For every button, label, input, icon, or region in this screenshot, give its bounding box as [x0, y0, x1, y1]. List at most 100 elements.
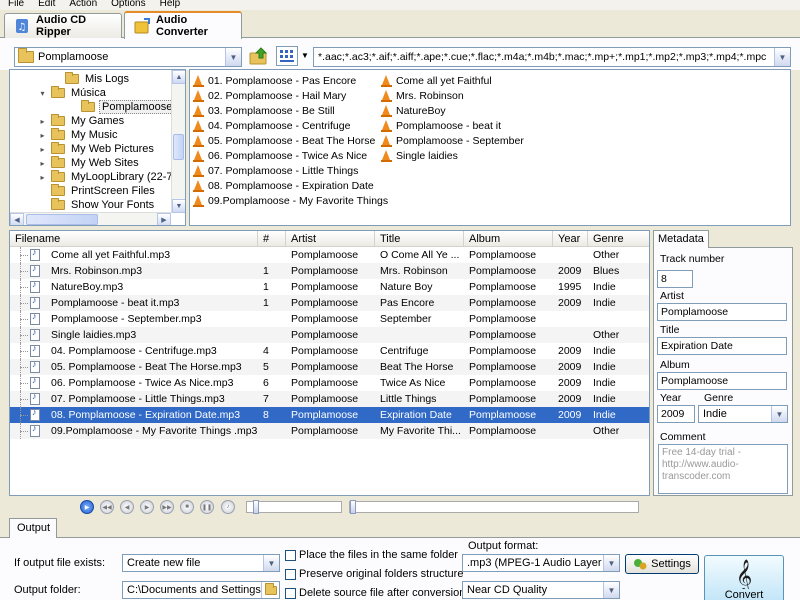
- header-title[interactable]: Title: [375, 231, 464, 247]
- file-list-panel[interactable]: 01. Pomplamoose - Pas Encore 02. Pomplamo…: [189, 69, 791, 226]
- track-table[interactable]: Filename # Artist Title Album Year Genre…: [9, 230, 650, 496]
- quality-combo[interactable]: Near CD Quality ▼: [462, 581, 620, 599]
- table-row[interactable]: 06. Pomplamoose - Twice As Nice.mp3 6 Pomp…: [10, 375, 649, 391]
- artist-field[interactable]: Pomplamoose: [657, 303, 787, 321]
- pause-icon[interactable]: ❚❚: [200, 500, 214, 514]
- tree-item[interactable]: Mis Logs: [52, 72, 131, 86]
- chevron-down-icon[interactable]: ▼: [774, 48, 790, 66]
- stop-icon[interactable]: ■: [180, 500, 194, 514]
- chevron-down-icon[interactable]: ▼: [603, 582, 619, 598]
- browse-folder-button[interactable]: [261, 582, 279, 598]
- file-filter-combo[interactable]: *.aac;*.ac3;*.aif;*.aiff;*.ape;*.cue;*.f…: [313, 47, 791, 67]
- header-genre[interactable]: Genre: [588, 231, 649, 247]
- folder-combo[interactable]: Pomplamoose ▼: [14, 47, 242, 67]
- rewind-icon[interactable]: ◀: [120, 500, 134, 514]
- file-item[interactable]: Pomplamoose - beat it: [381, 118, 501, 133]
- year-field[interactable]: 2009: [657, 405, 695, 423]
- file-item[interactable]: Single laidies: [381, 148, 458, 163]
- table-row[interactable]: Mrs. Robinson.mp3 1 Pomplamoose Mrs. Robins…: [10, 263, 649, 279]
- table-row[interactable]: NatureBoy.mp3 1 Pomplamoose Nature Boy Pompl…: [10, 279, 649, 295]
- genre-combo[interactable]: Indie ▼: [698, 405, 788, 423]
- track-number-field[interactable]: 8: [657, 270, 693, 288]
- tree-vertical-scrollbar[interactable]: ▲ ▼: [171, 70, 185, 213]
- folder-up-button[interactable]: [248, 45, 270, 67]
- tree-item[interactable]: Show Your Fonts: [38, 198, 156, 212]
- convert-button[interactable]: 𝄞 Convert: [704, 555, 784, 600]
- chevron-down-icon[interactable]: ▼: [263, 555, 279, 571]
- file-item[interactable]: 05. Pomplamoose - Beat The Horse: [193, 133, 375, 148]
- settings-button[interactable]: Settings: [625, 554, 699, 574]
- table-row[interactable]: Pomplamoose - beat it.mp3 1 Pomplamoose Pas…: [10, 295, 649, 311]
- file-item[interactable]: 02. Pomplamoose - Hail Mary: [193, 88, 346, 103]
- scroll-up-icon[interactable]: ▲: [172, 70, 185, 84]
- tree-item[interactable]: PrintScreen Files: [38, 184, 157, 198]
- expand-icon[interactable]: ▸: [38, 131, 47, 140]
- file-item[interactable]: NatureBoy: [381, 103, 446, 118]
- file-item[interactable]: Come all yet Faithful: [381, 73, 492, 88]
- folder-tree[interactable]: Mis Logs ▾ Música Pomplamoose ▸ My Games ▸ My M…: [9, 69, 186, 226]
- file-item[interactable]: Pomplamoose - September: [381, 133, 524, 148]
- scroll-down-icon[interactable]: ▼: [172, 199, 185, 213]
- chevron-down-icon[interactable]: ▼: [225, 48, 241, 66]
- table-row[interactable]: 04. Pomplamoose - Centrifuge.mp3 4 Pomplam…: [10, 343, 649, 359]
- scroll-right-icon[interactable]: ▶: [157, 213, 171, 225]
- header-album[interactable]: Album: [464, 231, 553, 247]
- tab-metadata[interactable]: Metadata: [653, 230, 709, 248]
- seek-slider-knob[interactable]: [350, 500, 356, 514]
- title-field[interactable]: Expiration Date: [657, 337, 787, 355]
- delete-source-checkbox[interactable]: [285, 588, 296, 599]
- view-mode-dropdown-icon[interactable]: ▼: [301, 51, 309, 60]
- chevron-down-icon[interactable]: ▼: [603, 555, 619, 571]
- output-folder-field[interactable]: C:\Documents and Settings\upt: [122, 581, 280, 599]
- table-row[interactable]: 07. Pomplamoose - Little Things.mp3 7 Pomp…: [10, 391, 649, 407]
- expand-icon[interactable]: ▸: [38, 145, 47, 154]
- file-item[interactable]: 07. Pomplamoose - Little Things: [193, 163, 358, 178]
- file-item[interactable]: 04. Pomplamoose - Centrifuge: [193, 118, 350, 133]
- scroll-left-icon[interactable]: ◀: [10, 213, 24, 225]
- file-item[interactable]: 03. Pomplamoose - Be Still: [193, 103, 335, 118]
- menu-action[interactable]: Action: [61, 0, 103, 10]
- previous-icon[interactable]: ◀◀: [100, 500, 114, 514]
- chevron-down-icon[interactable]: ▼: [771, 406, 787, 422]
- expand-icon[interactable]: ▸: [38, 159, 47, 168]
- table-row[interactable]: 09.Pomplamoose - My Favorite Things .mp3…: [10, 423, 649, 439]
- table-row[interactable]: 05. Pomplamoose - Beat The Horse.mp3 5 Pom…: [10, 359, 649, 375]
- tree-item[interactable]: Pomplamoose: [68, 100, 176, 114]
- table-row[interactable]: Come all yet Faithful.mp3 Pomplamoose O Co…: [10, 247, 649, 263]
- same-folder-checkbox[interactable]: [285, 550, 296, 561]
- forward-icon[interactable]: ▶: [140, 500, 154, 514]
- file-item[interactable]: 08. Pomplamoose - Expiration Date: [193, 178, 374, 193]
- tree-item[interactable]: ▸ My Web Sites: [38, 156, 141, 170]
- file-item[interactable]: 01. Pomplamoose - Pas Encore: [193, 73, 356, 88]
- scroll-thumb[interactable]: [173, 134, 184, 160]
- header-artist[interactable]: Artist: [286, 231, 375, 247]
- tree-item[interactable]: ▸ My Games: [38, 114, 126, 128]
- tab-audio-cd-ripper[interactable]: ♫ Audio CD Ripper: [4, 13, 122, 38]
- header-filename[interactable]: Filename: [10, 231, 258, 247]
- expand-icon[interactable]: ▾: [38, 89, 47, 98]
- tab-output[interactable]: Output: [9, 518, 57, 538]
- next-icon[interactable]: ▶▶: [160, 500, 174, 514]
- preserve-structure-checkbox[interactable]: [285, 569, 296, 580]
- tree-item[interactable]: ▸ MyLoopLibrary (22-7-201: [38, 170, 185, 184]
- file-item[interactable]: 09.Pomplamoose - My Favorite Things: [193, 193, 388, 208]
- tree-horizontal-scrollbar[interactable]: ◀ ▶: [10, 212, 171, 225]
- menu-file[interactable]: File: [0, 0, 30, 10]
- table-row[interactable]: Single laidies.mp3 Pomplamoose Pomplamoose…: [10, 327, 649, 343]
- tab-audio-converter[interactable]: Audio Converter: [124, 11, 242, 39]
- expand-icon[interactable]: ▸: [38, 117, 47, 126]
- album-field[interactable]: Pomplamoose: [657, 372, 787, 390]
- file-item[interactable]: 06. Pomplamoose - Twice As Nice: [193, 148, 367, 163]
- file-item[interactable]: Mrs. Robinson: [381, 88, 464, 103]
- volume-icon[interactable]: ♪: [221, 500, 235, 514]
- tree-item[interactable]: ▸ My Web Pictures: [38, 142, 156, 156]
- tree-item[interactable]: ▾ Música: [38, 86, 108, 100]
- header-year[interactable]: Year: [553, 231, 588, 247]
- play-icon[interactable]: ▶: [80, 500, 94, 514]
- view-mode-button[interactable]: [276, 46, 298, 66]
- table-row[interactable]: Pomplamoose - September.mp3 Pomplamoose Se…: [10, 311, 649, 327]
- expand-icon[interactable]: ▸: [38, 173, 47, 182]
- volume-slider[interactable]: [246, 500, 342, 514]
- scroll-thumb[interactable]: [26, 214, 98, 225]
- header-number[interactable]: #: [258, 231, 286, 247]
